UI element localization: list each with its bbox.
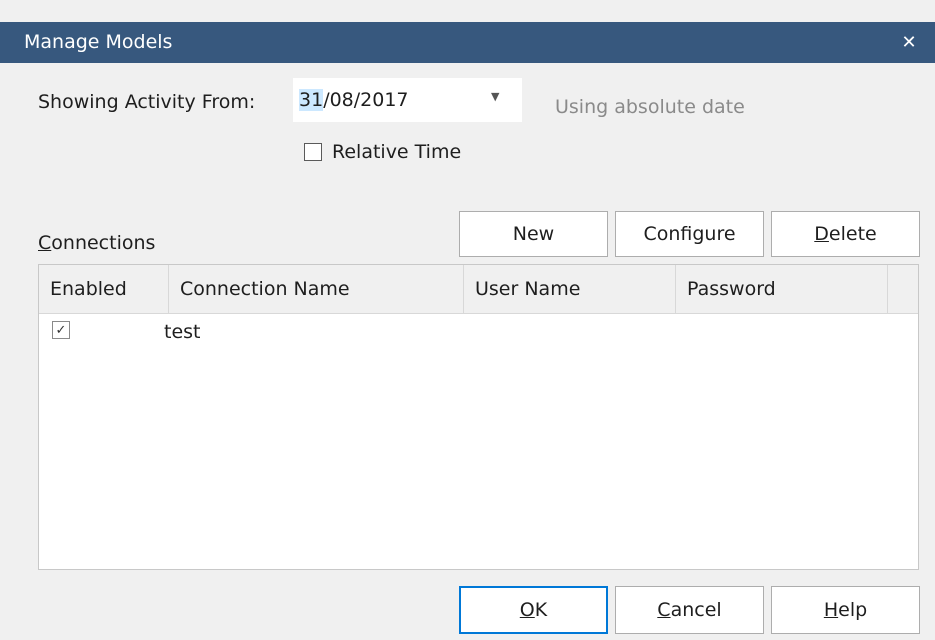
activity-date-picker[interactable]: 31/08/2017 ▼: [293, 78, 522, 122]
column-header-enabled[interactable]: Enabled: [39, 265, 169, 313]
cancel-button[interactable]: Cancel: [615, 586, 764, 634]
manage-models-dialog: Manage Models ✕ Showing Activity From: 3…: [0, 0, 935, 640]
ok-button-label: OK: [520, 599, 547, 621]
ok-button[interactable]: OK: [459, 586, 608, 634]
date-day-segment[interactable]: 31: [299, 89, 324, 111]
list-header: Enabled Connection Name User Name Passwo…: [39, 265, 918, 314]
close-icon: ✕: [901, 31, 917, 53]
delete-label-rest: elete: [828, 223, 877, 245]
ok-mnemonic: O: [519, 599, 535, 621]
help-button-label: Help: [824, 599, 867, 621]
delete-button-label: Delete: [814, 223, 876, 245]
title-bar[interactable]: Manage Models ✕: [0, 22, 935, 63]
new-button[interactable]: New: [459, 211, 608, 257]
connections-label: Connections: [38, 232, 155, 254]
chevron-down-icon[interactable]: ▼: [491, 90, 499, 103]
connections-label-rest: onnections: [51, 232, 156, 254]
row-enabled-checkbox[interactable]: ✓: [52, 321, 70, 339]
window-title: Manage Models: [24, 31, 173, 53]
cancel-mnemonic: C: [657, 599, 671, 621]
relative-time-checkbox[interactable]: [304, 143, 322, 161]
help-label-rest: elp: [838, 599, 868, 621]
date-mode-hint: Using absolute date: [555, 96, 745, 118]
delete-button[interactable]: Delete: [771, 211, 920, 257]
delete-mnemonic: D: [814, 223, 829, 245]
row-connection-name: test: [164, 321, 201, 343]
column-header-connection-name[interactable]: Connection Name: [169, 265, 464, 313]
new-button-label: New: [512, 223, 555, 245]
date-value: 31/08/2017: [299, 89, 409, 111]
cancel-button-label: Cancel: [657, 599, 721, 621]
date-month-year: /08/2017: [323, 89, 409, 111]
help-mnemonic: H: [823, 599, 839, 621]
column-header-password[interactable]: Password: [676, 265, 888, 313]
cancel-label-rest: ancel: [670, 599, 722, 621]
configure-button[interactable]: Configure: [615, 211, 764, 257]
configure-button-label: Configure: [643, 223, 736, 245]
showing-activity-label: Showing Activity From:: [38, 91, 256, 113]
close-button[interactable]: ✕: [891, 24, 927, 60]
connections-label-mnemonic: C: [38, 232, 52, 254]
relative-time-label[interactable]: Relative Time: [332, 141, 461, 163]
help-button[interactable]: Help: [771, 586, 920, 634]
table-row[interactable]: ✓ test: [39, 313, 918, 349]
connections-list[interactable]: Enabled Connection Name User Name Passwo…: [38, 264, 919, 570]
column-header-user-name[interactable]: User Name: [464, 265, 676, 313]
ok-label-rest: K: [534, 599, 548, 621]
